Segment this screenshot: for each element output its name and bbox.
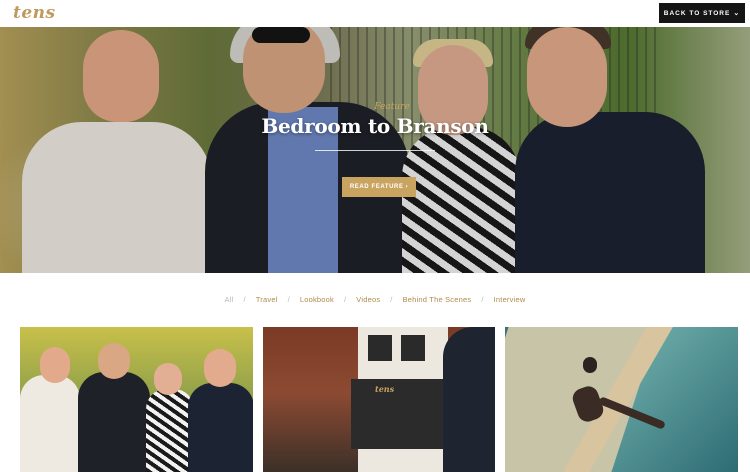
filter-interview[interactable]: Interview [494, 295, 526, 304]
hero-text-block: Feature Bedroom to Branson [200, 102, 550, 151]
card-storefront[interactable]: tens [263, 327, 495, 472]
filter-separator: / [243, 294, 246, 304]
storefront-shopfront [351, 379, 457, 449]
card-pool[interactable] [505, 327, 738, 472]
card-1-person-1 [20, 375, 80, 472]
filter-lookbook[interactable]: Lookbook [300, 295, 334, 304]
filter-behind-the-scenes[interactable]: Behind The Scenes [403, 295, 472, 304]
filter-separator: / [481, 294, 484, 304]
read-feature-label: READ FEATURE [349, 184, 404, 190]
storefront-window [401, 335, 425, 361]
logo[interactable]: tens [13, 3, 56, 23]
filter-all[interactable]: All [225, 295, 234, 304]
card-1-person-2-head [98, 343, 130, 379]
hero-kicker: Feature [374, 102, 410, 112]
top-bar: tens BACK TO STORE ⌄ [0, 0, 750, 27]
hero-title[interactable]: Bedroom to Branson [200, 114, 550, 138]
back-to-store-button[interactable]: BACK TO STORE ⌄ [659, 3, 745, 23]
card-1-person-3-head [154, 363, 182, 395]
storefront-sign: tens [375, 384, 395, 394]
filter-travel[interactable]: Travel [256, 295, 278, 304]
storefront-passerby [443, 327, 495, 472]
hero-banner: Feature Bedroom to Branson READ FEATURE … [0, 27, 750, 273]
chevron-down-icon: ⌄ [733, 9, 741, 17]
card-1-person-3 [146, 389, 194, 472]
filter-separator: / [344, 294, 347, 304]
card-1-person-2 [78, 372, 150, 472]
card-group-photo[interactable] [20, 327, 253, 472]
hero-divider [315, 150, 435, 151]
back-to-store-label: BACK TO STORE [663, 9, 731, 17]
card-1-person-4-head [204, 349, 236, 387]
filter-separator: / [390, 294, 393, 304]
chevron-right-icon: › [405, 184, 409, 190]
read-feature-button[interactable]: READ FEATURE › [342, 177, 416, 197]
card-1-person-4 [188, 383, 253, 472]
category-filter-nav: All / Travel / Lookbook / Videos / Behin… [0, 291, 750, 307]
storefront-window [368, 335, 392, 361]
swimmer-head [583, 357, 597, 373]
filter-videos[interactable]: Videos [356, 295, 380, 304]
card-1-person-1-head [40, 347, 70, 383]
filter-separator: / [287, 294, 290, 304]
